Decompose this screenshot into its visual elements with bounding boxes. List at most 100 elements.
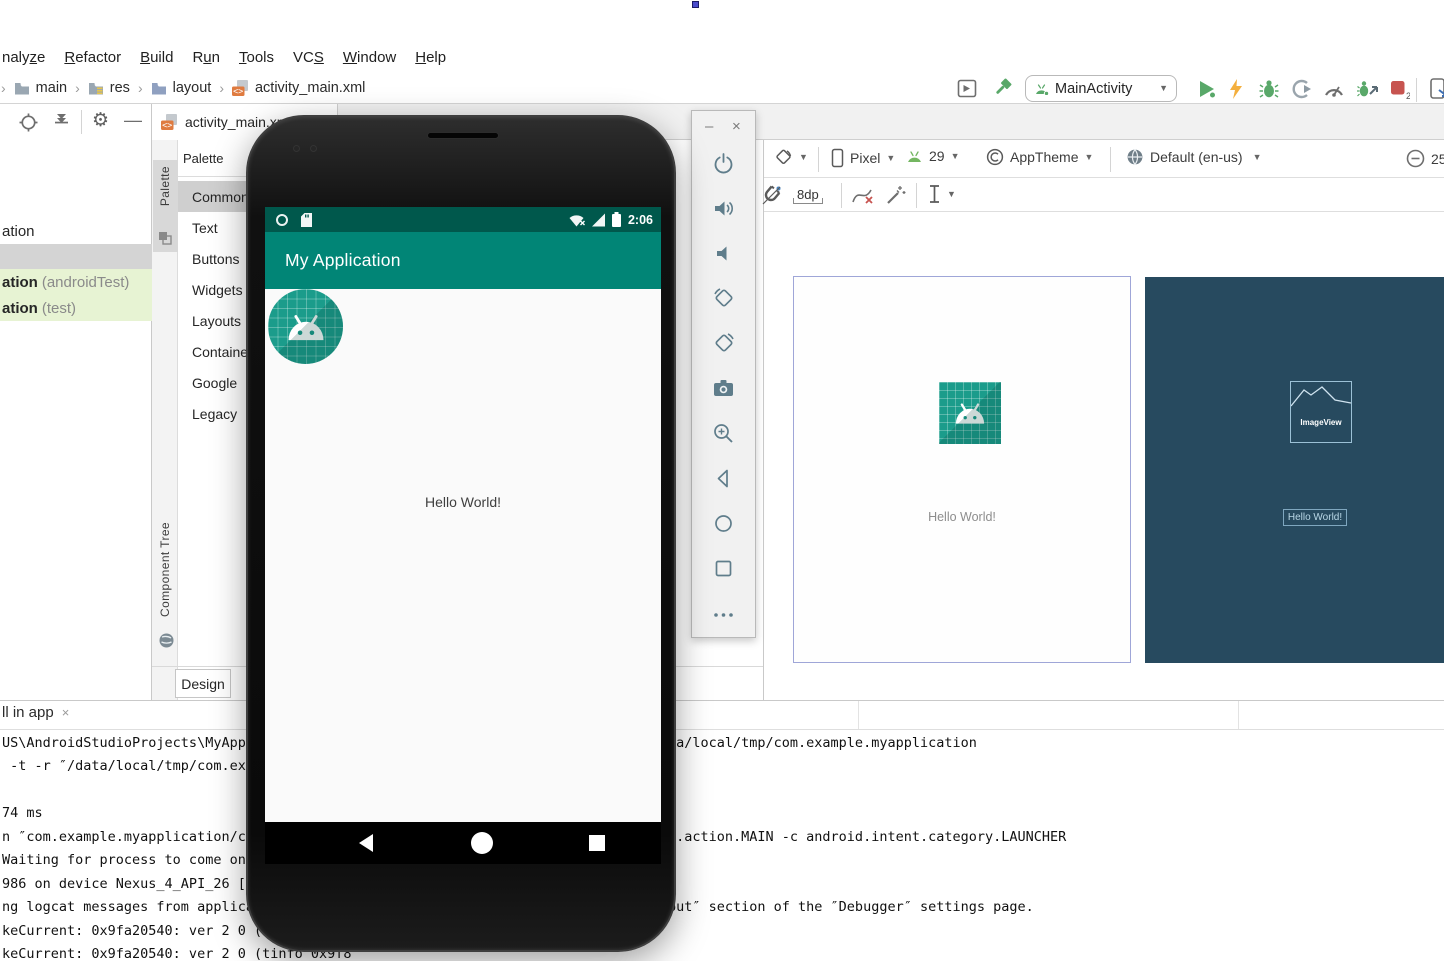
rotate-left-button[interactable] bbox=[710, 284, 738, 312]
orientation-select[interactable]: ▼ bbox=[774, 148, 808, 167]
rotate-device-icon bbox=[776, 149, 792, 164]
hello-world-text: Hello World! bbox=[425, 494, 501, 510]
design-preview-panel[interactable]: Hello World! bbox=[793, 276, 1131, 663]
project-row-test[interactable]: ation (test) bbox=[0, 295, 152, 321]
power-button[interactable] bbox=[710, 149, 738, 177]
divider bbox=[818, 147, 819, 172]
emulator-toolbar: – × bbox=[691, 110, 756, 638]
emulator-screen[interactable]: 2:06 My Application Hello World! bbox=[265, 207, 661, 864]
android-head-icon bbox=[908, 150, 921, 162]
collapse-all-icon[interactable] bbox=[51, 112, 72, 138]
zoom-out-control[interactable]: 25 bbox=[1406, 149, 1444, 168]
imageview-widget[interactable] bbox=[939, 382, 1001, 444]
pack-margin-menu[interactable]: ▼ bbox=[928, 184, 956, 204]
theme-select[interactable]: AppTheme ▼ bbox=[986, 148, 1093, 166]
project-row[interactable]: ation bbox=[0, 219, 152, 244]
breadcrumb-res[interactable]: res bbox=[88, 80, 130, 96]
blueprint-preview-panel[interactable]: ImageView Hello World! bbox=[1145, 277, 1444, 663]
project-row-androidtest[interactable]: ation (androidTest) bbox=[0, 269, 152, 295]
theme-label: AppTheme bbox=[1010, 149, 1079, 165]
close-icon[interactable]: × bbox=[732, 119, 741, 134]
console-line: put″ section of the ″Debugger″ settings … bbox=[668, 899, 1034, 915]
locale-label: Default (en-us) bbox=[1150, 149, 1243, 165]
menu-window[interactable]: Window bbox=[343, 49, 396, 66]
menu-vcs[interactable]: VCS bbox=[293, 49, 324, 66]
breadcrumb: › main › res › layout › <> activity_main… bbox=[0, 74, 365, 102]
home-button[interactable] bbox=[710, 509, 738, 537]
component-tree-side-tab[interactable]: Component Tree bbox=[158, 522, 172, 617]
hide-panel-minus-icon[interactable]: — bbox=[124, 110, 142, 131]
debug-bug-icon[interactable] bbox=[1258, 78, 1280, 105]
apply-changes-lightning-icon[interactable] bbox=[1228, 78, 1244, 105]
phone-speaker bbox=[427, 132, 499, 139]
profile-icon[interactable] bbox=[1291, 78, 1313, 105]
zoom-button[interactable] bbox=[710, 419, 738, 447]
volume-down-button[interactable] bbox=[710, 239, 738, 267]
breadcrumb-file[interactable]: <> activity_main.xml bbox=[231, 80, 365, 96]
more-options-button[interactable] bbox=[710, 601, 738, 629]
textview-widget[interactable]: Hello World! bbox=[794, 510, 1130, 524]
palette-icon bbox=[159, 232, 172, 250]
design-tab[interactable]: Design bbox=[175, 669, 231, 698]
run-toolwindow-icon[interactable] bbox=[957, 78, 978, 104]
app-title: My Application bbox=[285, 250, 401, 270]
stop-button[interactable]: 2 bbox=[1390, 80, 1411, 105]
rotate-right-button[interactable] bbox=[710, 329, 738, 357]
blueprint-textview-widget[interactable]: Hello World! bbox=[1283, 509, 1347, 526]
svg-text:<>: <> bbox=[233, 87, 243, 96]
attach-debugger-icon[interactable] bbox=[1356, 78, 1380, 105]
breadcrumb-main[interactable]: main bbox=[14, 80, 67, 96]
clock: 2:06 bbox=[627, 212, 653, 227]
autoconnect-off-magnet-icon[interactable] bbox=[760, 184, 783, 212]
back-button[interactable] bbox=[710, 464, 738, 492]
nav-home-button[interactable] bbox=[471, 832, 493, 854]
svg-text:<>: <> bbox=[162, 121, 172, 130]
theme-icon bbox=[986, 148, 1004, 166]
menu-run[interactable]: Run bbox=[192, 49, 220, 66]
run-config-select[interactable]: MainActivity ▼ bbox=[1025, 75, 1177, 102]
console-tab[interactable]: ll in app × bbox=[2, 704, 69, 721]
navigation-bar bbox=[265, 822, 661, 864]
overview-button[interactable] bbox=[710, 554, 738, 582]
menu-refactor[interactable]: Refactor bbox=[64, 49, 121, 66]
chevron-down-icon: ▼ bbox=[1159, 83, 1168, 93]
project-row-selected[interactable] bbox=[0, 244, 152, 269]
menu-analyze[interactable]: nalyze bbox=[2, 49, 45, 66]
divider bbox=[81, 110, 82, 134]
profiler-gauge-icon[interactable] bbox=[1323, 79, 1345, 104]
blueprint-imageview-widget[interactable]: ImageView bbox=[1290, 381, 1352, 443]
default-margin-selector[interactable]: 8dp bbox=[793, 187, 823, 204]
volume-up-button[interactable] bbox=[710, 194, 738, 222]
palette-side-tab-label[interactable]: Palette bbox=[158, 166, 172, 206]
close-icon[interactable]: × bbox=[62, 705, 70, 720]
divider bbox=[0, 700, 1444, 701]
clear-constraints-icon[interactable] bbox=[850, 183, 876, 212]
console-line: keCurrent: 0x9fa20540: ver 2 0 ( bbox=[2, 923, 263, 939]
menu-tools[interactable]: Tools bbox=[239, 49, 274, 66]
locale-select[interactable]: Default (en-us) ▼ bbox=[1126, 148, 1262, 166]
ibeam-icon bbox=[930, 185, 939, 203]
device-select[interactable]: Pixel ▼ bbox=[831, 148, 895, 168]
gear-icon[interactable]: ⚙ bbox=[92, 109, 109, 131]
nav-back-button[interactable] bbox=[358, 834, 375, 852]
console-line: -t -r ″/data/local/tmp/com.exa bbox=[2, 758, 254, 774]
avd-manager-icon[interactable] bbox=[1430, 77, 1444, 106]
locate-target-icon[interactable] bbox=[18, 112, 39, 138]
android-config-icon bbox=[1036, 83, 1049, 95]
chevron-icon: › bbox=[137, 80, 143, 96]
phone-device-icon bbox=[831, 148, 844, 168]
xml-file-icon: <> bbox=[231, 80, 248, 96]
api-level-select[interactable]: 29 ▼ bbox=[906, 148, 960, 164]
battery-icon bbox=[611, 212, 621, 227]
breadcrumb-layout[interactable]: layout bbox=[151, 80, 211, 96]
screenshot-camera-button[interactable] bbox=[710, 374, 738, 402]
folder-icon bbox=[151, 83, 166, 95]
infer-constraints-wand-icon[interactable] bbox=[884, 184, 907, 212]
minimize-icon[interactable]: – bbox=[705, 119, 713, 134]
menu-build[interactable]: Build bbox=[140, 49, 173, 66]
nav-overview-button[interactable] bbox=[589, 835, 605, 851]
run-button[interactable] bbox=[1196, 78, 1218, 105]
menu-help[interactable]: Help bbox=[415, 49, 446, 66]
build-hammer-icon[interactable] bbox=[991, 77, 1013, 104]
chevron-down-icon: ▼ bbox=[886, 152, 896, 163]
